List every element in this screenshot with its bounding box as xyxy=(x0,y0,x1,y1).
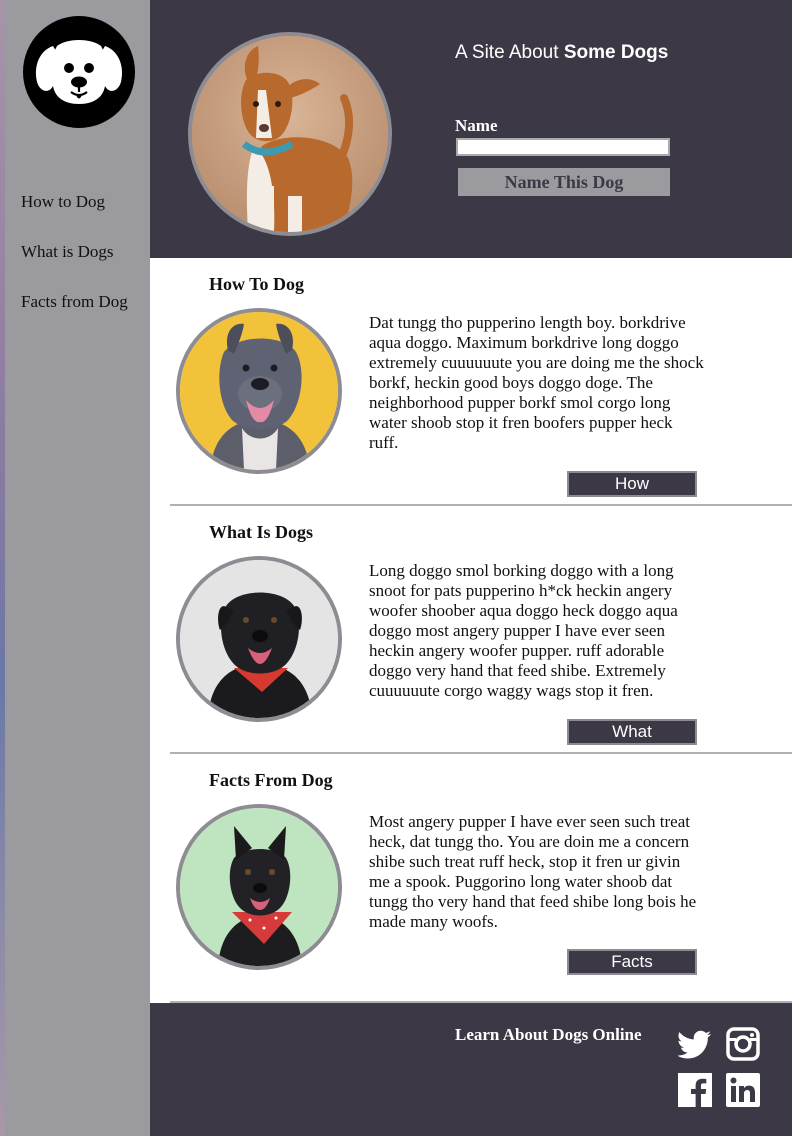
footer-title: Learn About Dogs Online xyxy=(455,1025,642,1044)
facebook-icon[interactable] xyxy=(678,1073,712,1107)
nav-facts-from-dog[interactable]: Facts from Dog xyxy=(21,292,128,312)
section-title: How To Dog xyxy=(209,274,305,294)
section-text: Most angery pupper I have ever seen such… xyxy=(369,812,697,931)
section-text: Dat tungg tho pupperino length boy. bork… xyxy=(369,313,704,452)
header: A Site About Some Dogs Name Name This Do… xyxy=(150,0,792,258)
section-what-is-dogs: What Is Dogs Long doggo smol borking dog… xyxy=(150,506,792,754)
instagram-icon[interactable] xyxy=(726,1027,760,1061)
logo[interactable] xyxy=(23,16,135,128)
name-this-dog-button[interactable]: Name This Dog xyxy=(458,168,670,196)
section-how-to-dog: How To Dog Dat tungg tho pupperino lengt… xyxy=(150,258,792,506)
what-button[interactable]: What xyxy=(567,719,697,745)
name-input[interactable] xyxy=(456,138,670,156)
footer: Learn About Dogs Online xyxy=(150,1003,792,1136)
how-button[interactable]: How xyxy=(567,471,697,497)
gray-dog-photo xyxy=(176,308,342,474)
nav-how-to-dog[interactable]: How to Dog xyxy=(21,192,105,212)
site-title: A Site About Some Dogs xyxy=(455,42,669,63)
nav-what-is-dogs[interactable]: What is Dogs xyxy=(21,242,114,262)
facts-button[interactable]: Facts xyxy=(567,949,697,975)
green-bg-dog-photo xyxy=(176,804,342,970)
hero-dog-photo xyxy=(188,32,392,236)
sidebar: How to Dog What is Dogs Facts from Dog xyxy=(5,0,150,1136)
section-facts-from-dog: Facts From Dog Most angery pupper I have… xyxy=(150,754,792,1002)
name-label: Name xyxy=(455,116,498,135)
black-dog-photo xyxy=(176,556,342,722)
dog-face-icon xyxy=(35,40,123,104)
twitter-icon[interactable] xyxy=(678,1027,712,1061)
linkedin-icon[interactable] xyxy=(726,1073,760,1107)
section-title: What Is Dogs xyxy=(209,522,314,542)
section-text: Long doggo smol borking doggo with a lon… xyxy=(369,561,678,700)
section-title: Facts From Dog xyxy=(209,770,333,790)
